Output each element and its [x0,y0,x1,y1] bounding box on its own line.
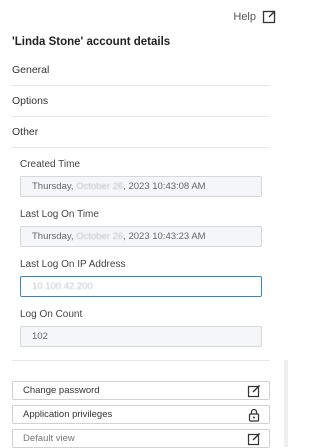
edit-icon [247,433,260,446]
logon-count-label: Log On Count [20,309,83,320]
last-logon-time-label: Last Log On Time [20,209,99,220]
redacted-date: October 26 [76,231,124,242]
redacted-date: October 26 [76,181,124,192]
section-list: General Options Other [12,55,270,148]
last-logon-ip-label: Last Log On IP Address [20,259,126,270]
help-label: Help [233,11,256,23]
change-password-button[interactable]: Change password [12,381,270,400]
created-time-field: Thursday, October 26, 2023 10:43:08 AM [20,176,262,197]
external-link-icon [262,10,276,24]
section-other[interactable]: Other [12,117,270,148]
logon-count-field: 102 [20,326,262,347]
last-logon-time-field: Thursday, October 26, 2023 10:43:23 AM [20,226,262,247]
help-link[interactable]: Help [233,10,276,24]
created-time-label: Created Time [20,159,81,170]
default-view-button[interactable]: Default view [12,429,270,448]
divider [12,360,270,361]
edit-icon [247,385,260,398]
other-fields: Created Time Thursday, October 26, 2023 … [20,158,262,358]
redacted-ip: 10.100.42.200 [32,281,93,292]
scrollbar-track[interactable] [284,360,288,447]
app-privileges-label: Application privileges [23,409,113,420]
change-password-label: Change password [23,385,100,396]
section-general[interactable]: General [12,55,270,86]
lock-icon [248,408,260,422]
page-title: 'Linda Stone' account details [12,36,171,48]
last-logon-ip-field[interactable]: 10.100.42.200 [20,276,262,297]
default-view-label: Default view [23,433,75,444]
section-options[interactable]: Options [12,86,270,117]
app-privileges-button[interactable]: Application privileges [12,405,270,424]
